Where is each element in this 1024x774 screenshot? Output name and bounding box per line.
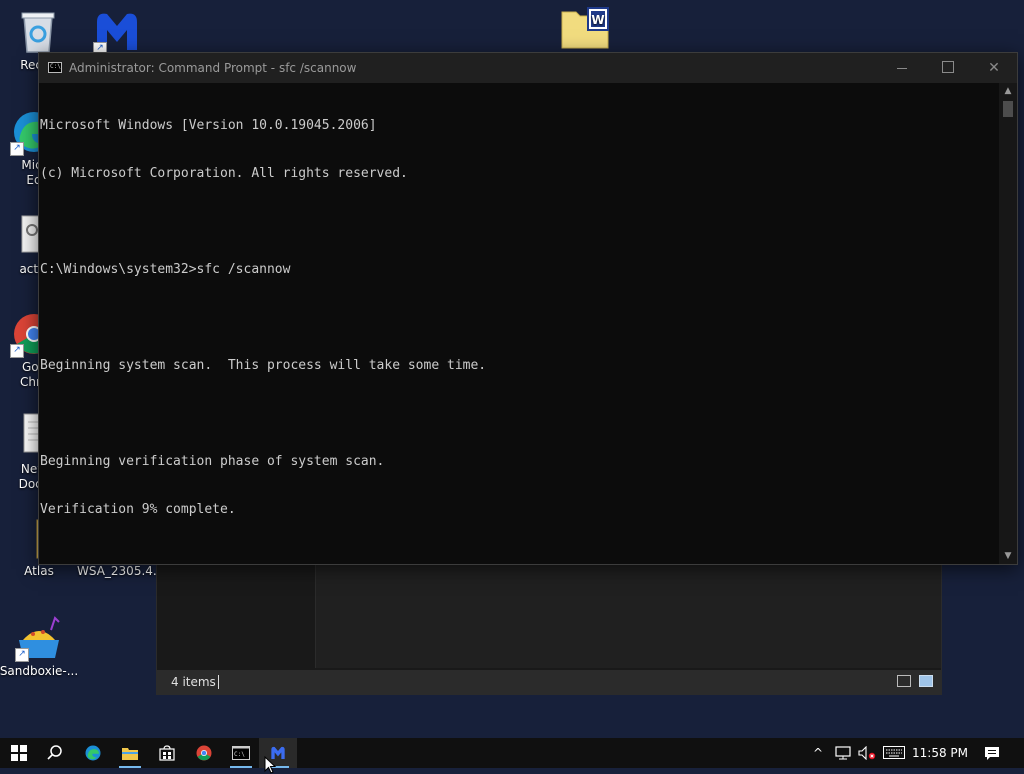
recycle-bin-icon [14,8,62,56]
search-button[interactable] [36,738,74,768]
mouse-cursor-icon [264,756,276,774]
desktop-icon-folder-document[interactable]: W [544,6,624,56]
navigation-pane[interactable] [157,564,316,668]
file-list-area[interactable] [316,564,941,668]
console-line: Beginning system scan. This process will… [40,358,487,373]
desktop: Recyc ↗ W ↗ [0,0,1024,738]
desktop-icon-label: WSA_2305.4... [77,564,165,578]
console-line: Verification 9% complete. [40,502,236,517]
console-line: C:\Windows\system32>sfc /scannow [40,262,291,277]
desktop-icon-label: Sandboxie-... [0,664,79,678]
chevron-up-icon: ^ [812,746,824,760]
start-button[interactable] [0,738,38,768]
volume-muted-icon [858,745,876,761]
notification-icon [985,747,999,760]
item-count: 4 items [171,675,216,689]
console-line: Microsoft Windows [Version 10.0.19045.20… [40,118,377,133]
desktop-icon-sandboxie[interactable]: ↗ Sandboxie-... [0,614,79,679]
desktop-icon-label: Atlas [24,564,54,578]
shortcut-arrow-icon: ↗ [15,648,29,662]
edge-icon [85,745,101,761]
desktop-icon-malwarebytes[interactable]: ↗ [77,8,157,58]
taskbar-chrome[interactable] [185,738,223,768]
svg-text:W: W [591,13,604,27]
scroll-down-icon[interactable]: ▼ [999,548,1017,564]
file-explorer-icon [122,748,138,760]
svg-text:C:\: C:\ [234,751,245,758]
scroll-up-icon[interactable]: ▲ [999,83,1017,99]
details-view-icon[interactable] [897,675,911,687]
console-line: Beginning verification phase of system s… [40,454,385,469]
status-separator [218,675,219,689]
file-explorer-window[interactable]: 4 items [156,563,942,695]
shortcut-arrow-icon: ↗ [10,142,24,156]
taskbar-command-prompt[interactable]: C:\ [222,738,260,768]
console-line: (c) Microsoft Corporation. All rights re… [40,166,408,181]
explorer-status-bar: 4 items [157,670,941,694]
sandboxie-icon: ↗ [15,614,63,662]
window-titlebar[interactable]: C:\ Administrator: Command Prompt - sfc … [39,53,1017,83]
folder-document-icon: W [560,6,609,54]
clock[interactable]: 11:58 PM [908,738,972,768]
touch-keyboard-button[interactable] [880,738,908,768]
taskbar-edge[interactable] [74,738,112,768]
maximize-icon [942,60,954,73]
close-button[interactable]: ✕ [971,53,1017,83]
vertical-scrollbar[interactable]: ▲ ▼ [999,83,1017,564]
scroll-thumb[interactable] [1003,101,1013,117]
minimize-icon [897,67,907,69]
network-icon [835,746,851,760]
large-icons-view-icon[interactable] [919,675,933,687]
window-title: Administrator: Command Prompt - sfc /sca… [69,61,357,75]
action-center-button[interactable] [978,738,1006,768]
console-output[interactable]: Microsoft Windows [Version 10.0.19045.20… [39,83,999,564]
search-icon [47,745,62,760]
malwarebytes-icon: ↗ [93,8,141,56]
windows-start-icon [11,745,27,761]
cmd-icon: C:\ [232,746,250,760]
keyboard-icon [883,746,905,759]
show-hidden-icons-button[interactable]: ^ [808,738,828,768]
maximize-button[interactable] [925,53,971,83]
taskbar: C:\ ^ 11:58 PM [0,738,1024,774]
volume-button[interactable] [856,738,878,768]
taskbar-store[interactable] [148,738,186,768]
command-prompt-window[interactable]: C:\ Administrator: Command Prompt - sfc … [38,52,1018,565]
chrome-icon [196,745,212,761]
cmd-app-icon: C:\ [48,62,62,73]
taskbar-file-explorer[interactable] [111,738,149,768]
network-button[interactable] [832,738,854,768]
store-icon [159,745,175,761]
minimize-button[interactable] [879,53,925,83]
shortcut-arrow-icon: ↗ [10,344,24,358]
